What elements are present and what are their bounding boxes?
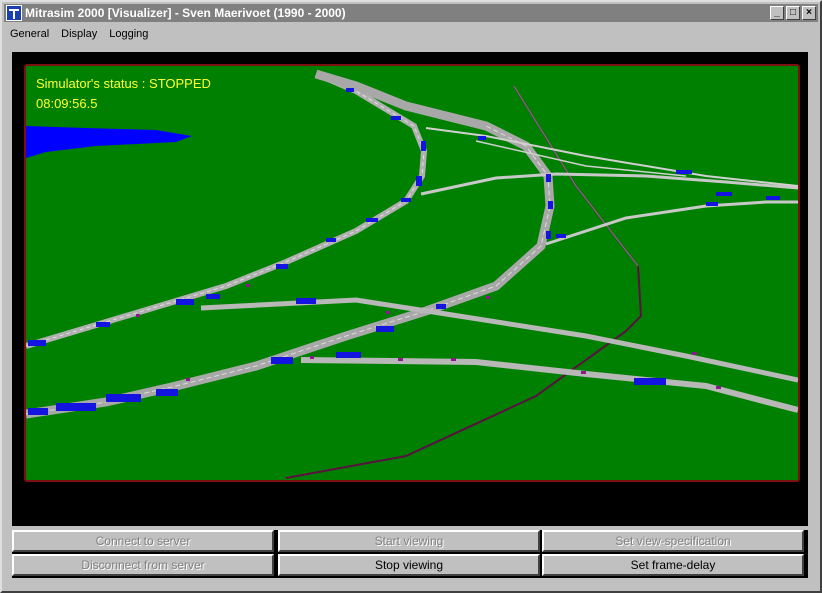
road-network-map [26, 69, 798, 479]
app-window: Mitrasim 2000 [Visualizer] - Sven Maeriv… [0, 0, 822, 593]
menu-general[interactable]: General [4, 28, 55, 40]
simulator-status: Simulator's status : STOPPED 08:09:56.5 [36, 74, 211, 114]
connect-to-server-button[interactable]: Connect to server [12, 530, 274, 552]
minimize-button[interactable]: _ [770, 6, 784, 20]
road-east-4 [475, 140, 687, 177]
start-viewing-button[interactable]: Start viewing [278, 530, 540, 552]
maximize-button[interactable]: □ [786, 6, 800, 20]
disconnect-from-server-button[interactable]: Disconnect from server [12, 554, 274, 576]
connector-west [200, 297, 798, 383]
highway-main-lanes [26, 125, 551, 415]
menu-bar: General Display Logging [4, 24, 818, 44]
simulation-time: 08:09:56.5 [36, 96, 98, 111]
button-bar: Connect to server Start viewing Set view… [12, 530, 808, 578]
lake [26, 126, 192, 158]
title-bar[interactable]: Mitrasim 2000 [Visualizer] - Sven Maeriv… [4, 4, 818, 22]
road-east-2 [545, 200, 798, 246]
status-text: Simulator's status : STOPPED [36, 76, 211, 91]
close-button[interactable]: × [802, 6, 816, 20]
simulation-view[interactable]: Simulator's status : STOPPED 08:09:56.5 [24, 64, 800, 482]
menu-logging[interactable]: Logging [103, 28, 154, 40]
menu-display[interactable]: Display [55, 28, 103, 40]
rail-line [285, 85, 643, 479]
set-frame-delay-button[interactable]: Set frame-delay [542, 554, 804, 576]
client-area: Simulator's status : STOPPED 08:09:56.5 [12, 52, 808, 526]
road-east-1 [420, 172, 798, 196]
stop-viewing-button[interactable]: Stop viewing [278, 554, 540, 576]
window-title: Mitrasim 2000 [Visualizer] - Sven Maeriv… [25, 6, 346, 20]
connector-east-lower [300, 357, 798, 413]
set-view-specification-button[interactable]: Set view-specification [542, 530, 804, 552]
app-icon[interactable] [6, 5, 22, 21]
